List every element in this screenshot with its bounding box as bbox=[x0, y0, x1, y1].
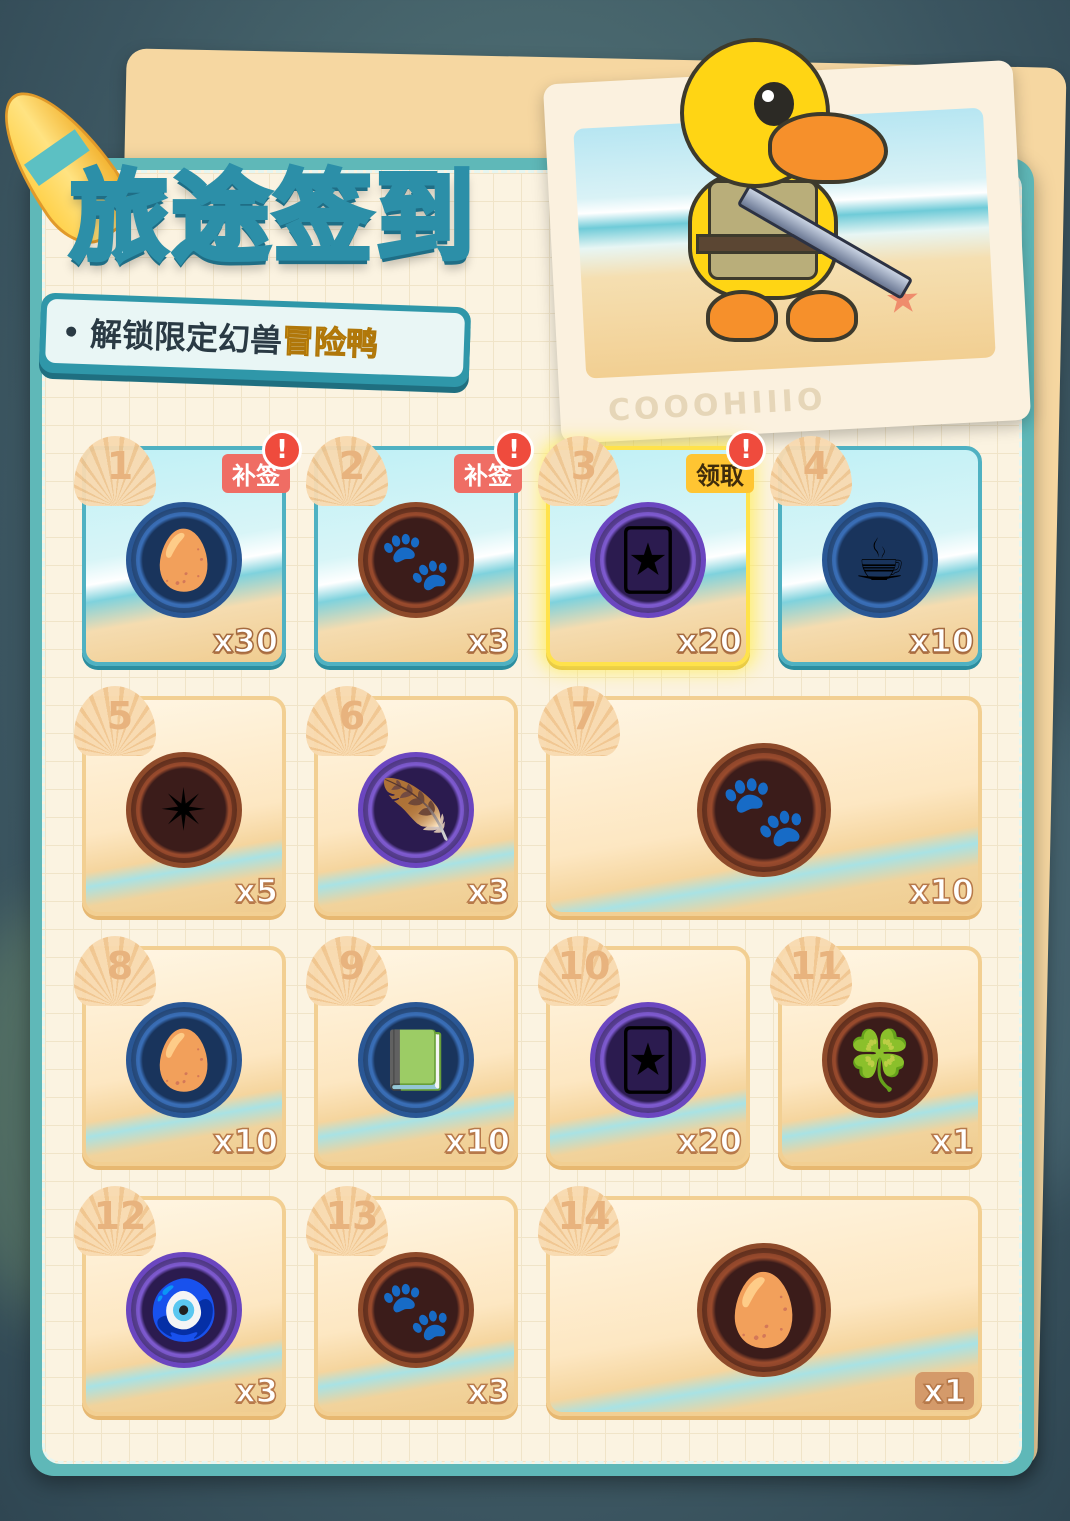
reward-quantity: x5 bbox=[234, 871, 278, 911]
bullet-icon bbox=[66, 326, 77, 337]
crystal-star-icon: ✴ bbox=[126, 752, 242, 869]
day-7-reward[interactable]: 7 🐾 x10 bbox=[538, 686, 982, 916]
day-number: 14 bbox=[557, 1194, 611, 1238]
gold-paw-locket-icon: 🐾 bbox=[697, 743, 831, 878]
day-9-reward[interactable]: 9 📗 x10 bbox=[306, 936, 518, 1166]
reward-banner: 解锁限定幻兽 冒险鸭 bbox=[38, 292, 472, 388]
day-1-reward[interactable]: 1 🥚 x30 补签! bbox=[74, 430, 302, 666]
day-number: 7 bbox=[570, 694, 598, 738]
banner-highlight: 冒险鸭 bbox=[281, 321, 379, 364]
reward-quantity: x3 bbox=[466, 1371, 510, 1411]
day-number: 9 bbox=[338, 944, 366, 988]
reward-quantity: x20 bbox=[676, 1121, 743, 1161]
day-number: 2 bbox=[338, 444, 366, 488]
day-5-reward[interactable]: 5 ✴ x5 bbox=[74, 686, 286, 916]
day-12-reward[interactable]: 12 🧿 x3 bbox=[74, 1186, 286, 1416]
alert-badge-icon: ! bbox=[262, 430, 302, 470]
reward-quantity: x10 bbox=[908, 621, 975, 661]
day-4-reward[interactable]: 4 ☕ x10 bbox=[770, 436, 982, 666]
day-number: 5 bbox=[106, 694, 134, 738]
card-icon: 🃏 bbox=[590, 1002, 706, 1119]
jade-pendant-icon: 🧿 bbox=[126, 1252, 242, 1369]
clover-ticket-icon: 🍀 bbox=[822, 1002, 938, 1119]
day-11-reward[interactable]: 11 🍀 x1 bbox=[770, 936, 982, 1166]
day-6-reward[interactable]: 6 🪶 x3 bbox=[306, 686, 518, 916]
reward-quantity: x3 bbox=[466, 621, 510, 661]
adventure-duck-mascot bbox=[660, 20, 914, 350]
reward-quantity: x3 bbox=[466, 871, 510, 911]
reward-quantity: x10 bbox=[908, 871, 975, 911]
day-number: 6 bbox=[338, 694, 366, 738]
day-number: 4 bbox=[802, 444, 830, 488]
duck-egg-icon: 🥚 bbox=[697, 1243, 831, 1378]
quill-ink-icon: 🪶 bbox=[358, 752, 474, 869]
checkin-day-grid: 1 🥚 x30 补签! 2 🐾 x3 补签! 3 🃏 x20 领取! 4 ☕ x10 5 ✴ x5 6 🪶 x3 7 🐾 x1… bbox=[74, 430, 982, 1446]
paw-locket-icon: 🐾 bbox=[358, 502, 474, 619]
page-title: 旅途签到 bbox=[67, 159, 479, 278]
day-number: 11 bbox=[789, 944, 843, 988]
reward-quantity: x10 bbox=[444, 1121, 511, 1161]
reward-quantity: x30 bbox=[212, 621, 279, 661]
reward-quantity: x1 bbox=[915, 1371, 974, 1411]
day-number: 10 bbox=[557, 944, 611, 988]
teacup-icon: ☕ bbox=[822, 502, 938, 619]
day-3-reward[interactable]: 3 🃏 x20 领取! bbox=[538, 430, 766, 666]
banner-text: 解锁限定幻兽 bbox=[89, 315, 283, 360]
day-number: 8 bbox=[106, 944, 134, 988]
day-number: 1 bbox=[106, 444, 134, 488]
paw-locket-icon: 🐾 bbox=[358, 1252, 474, 1369]
reward-quantity: x10 bbox=[212, 1121, 279, 1161]
day-number: 12 bbox=[93, 1194, 147, 1238]
day-number: 13 bbox=[325, 1194, 379, 1238]
day-14-reward[interactable]: 14 🥚 x1 bbox=[538, 1186, 982, 1416]
egg-icon: 🥚 bbox=[126, 502, 242, 619]
card-icon: 🃏 bbox=[590, 502, 706, 619]
day-2-reward[interactable]: 2 🐾 x3 补签! bbox=[306, 430, 534, 666]
alert-badge-icon: ! bbox=[494, 430, 534, 470]
reward-quantity: x1 bbox=[930, 1121, 974, 1161]
book-icon: 📗 bbox=[358, 1002, 474, 1119]
day-10-reward[interactable]: 10 🃏 x20 bbox=[538, 936, 750, 1166]
reward-quantity: x20 bbox=[676, 621, 743, 661]
reward-quantity: x3 bbox=[234, 1371, 278, 1411]
photo-caption: COOOHIIIO bbox=[607, 382, 828, 429]
egg-icon: 🥚 bbox=[126, 1002, 242, 1119]
day-number: 3 bbox=[570, 444, 598, 488]
alert-badge-icon: ! bbox=[726, 430, 766, 470]
day-13-reward[interactable]: 13 🐾 x3 bbox=[306, 1186, 518, 1416]
day-8-reward[interactable]: 8 🥚 x10 bbox=[74, 936, 286, 1166]
